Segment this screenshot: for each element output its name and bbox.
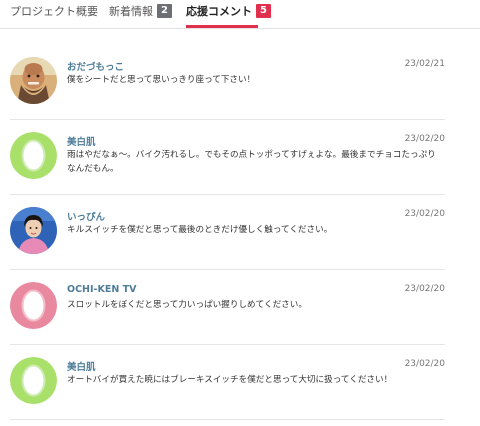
comment-item: 美白肌 23/02/20 雨はやだなぁ〜。バイク汚れるし。でもその点トッポってす… xyxy=(10,119,445,195)
comments-count-badge: 5 xyxy=(256,4,271,18)
comment-author[interactable]: いっぴん xyxy=(67,209,105,223)
comment-date: 23/02/20 xyxy=(404,134,445,144)
tab-support-comments[interactable]: 応援コメント 5 xyxy=(186,3,271,19)
tab-bar: プロジェクト概要 新着情報 2 応援コメント 5 xyxy=(0,0,480,29)
tab-label: プロジェクト概要 xyxy=(10,5,98,18)
comment-date: 23/02/21 xyxy=(404,59,445,69)
comment-date: 23/02/20 xyxy=(404,284,445,294)
comment-text: オートバイが買えた暁にはブレーキスイッチを僕だと思って大切に扱ってください！ xyxy=(67,375,393,385)
comment-date: 23/02/20 xyxy=(404,209,445,219)
comment-author[interactable]: 美白肌 xyxy=(67,134,96,148)
comment-author[interactable]: 美白肌 xyxy=(67,359,96,373)
comment-text: キルスイッチを僕だと思って最後のときだけ優しく触ってください。 xyxy=(67,225,333,235)
default-avatar-pink[interactable] xyxy=(10,282,57,329)
tab-news[interactable]: 新着情報 2 xyxy=(109,3,172,19)
comment-author[interactable]: OCHI-KEN TV xyxy=(67,284,136,295)
comment-text: 僕をシートだと思って思いっきり座って下さい！ xyxy=(67,75,256,85)
comment-date: 23/02/20 xyxy=(404,359,445,369)
tab-label: 応援コメント xyxy=(186,5,252,18)
comment-item: おだづもっこ 23/02/21 僕をシートだと思って思いっきり座って下さい！ xyxy=(10,44,445,120)
photo-woman-avatar[interactable] xyxy=(10,207,57,254)
comment-text: 雨はやだなぁ〜。バイク汚れるし。でもその点トッポってすげぇよな。最後までチョコた… xyxy=(67,150,436,174)
comment-item: 美白肌 23/02/20 オートバイが買えた暁にはブレーキスイッチを僕だと思って… xyxy=(10,344,445,420)
comment-item: いっぴん 23/02/20 キルスイッチを僕だと思って最後のときだけ優しく触って… xyxy=(10,194,445,270)
default-avatar-green[interactable] xyxy=(10,132,57,179)
tab-label: 新着情報 xyxy=(109,5,153,18)
tab-project-overview[interactable]: プロジェクト概要 xyxy=(10,3,98,19)
photo-man-avatar[interactable] xyxy=(10,57,57,104)
comment-text: スロットルをぼくだと思って力いっぱい握りしめてください。 xyxy=(67,300,307,310)
comment-author[interactable]: おだづもっこ xyxy=(67,59,124,73)
comment-item: OCHI-KEN TV 23/02/20 スロットルをぼくだと思って力いっぱい握… xyxy=(10,269,445,345)
default-avatar-green[interactable] xyxy=(10,357,57,404)
active-tab-indicator xyxy=(186,25,258,28)
news-count-badge: 2 xyxy=(157,4,172,18)
